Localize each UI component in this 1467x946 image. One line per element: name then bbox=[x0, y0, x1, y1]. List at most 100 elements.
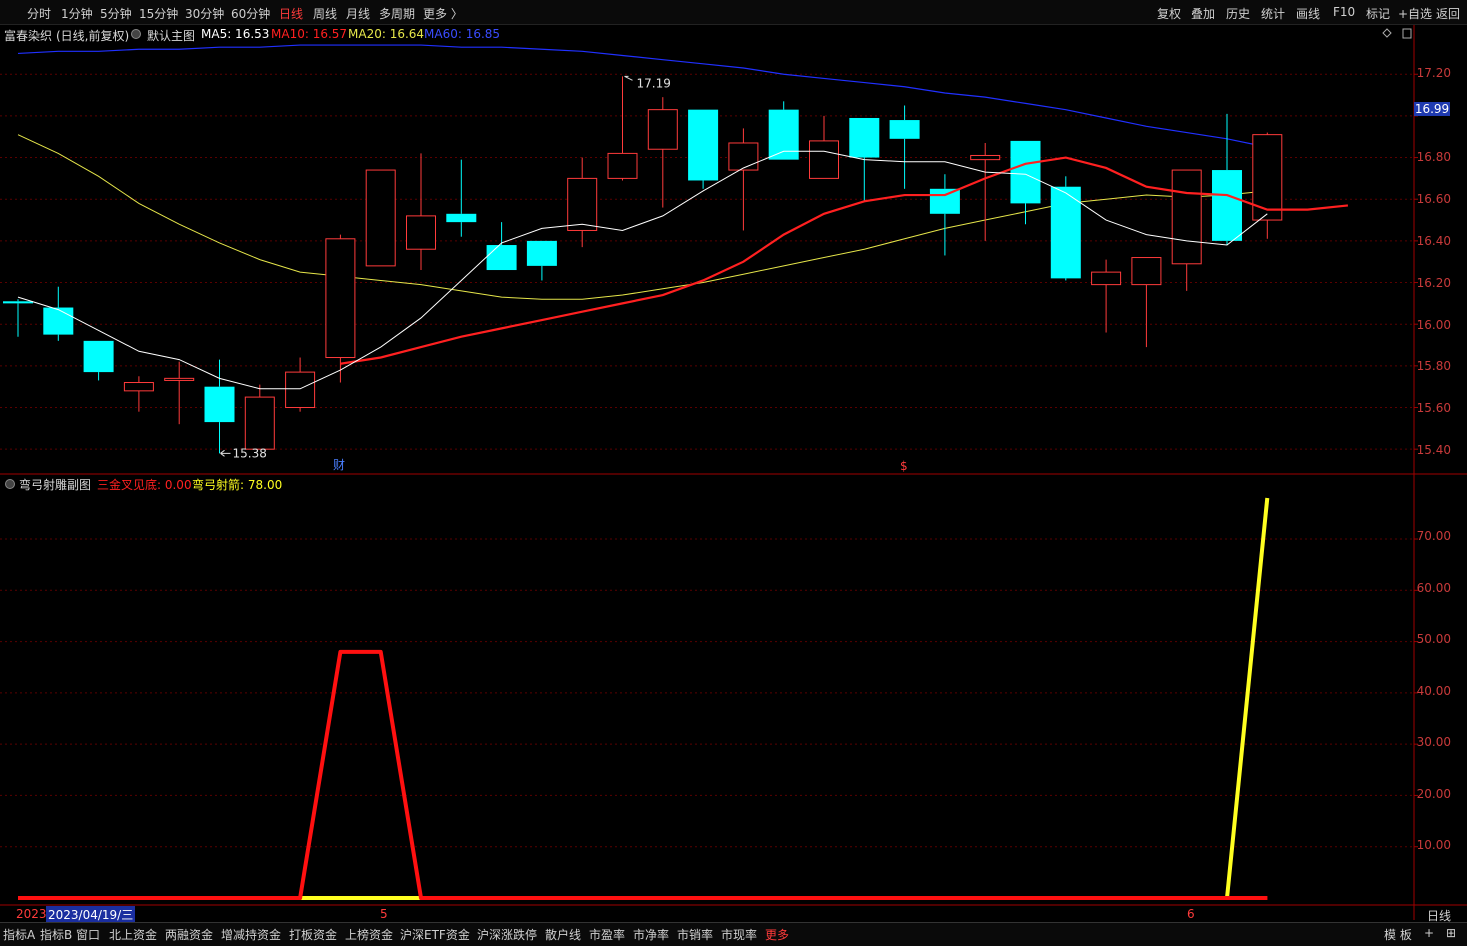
add-watchlist-button[interactable]: +自选 bbox=[1398, 5, 1432, 22]
tab-monthly[interactable]: 月线 bbox=[346, 5, 370, 22]
low-marker-label: 15.38 bbox=[233, 446, 267, 460]
candle-body bbox=[123, 382, 154, 392]
candle bbox=[83, 340, 114, 381]
tab-pcf[interactable]: 市现率 bbox=[721, 926, 757, 943]
price-tick: 16.00 bbox=[1416, 318, 1451, 332]
overlay-button[interactable]: 叠加 bbox=[1191, 5, 1215, 22]
candle bbox=[1091, 259, 1122, 333]
tab-15min[interactable]: 15分钟 bbox=[139, 5, 178, 22]
layout-grid-icon[interactable]: ⊞ bbox=[1446, 926, 1456, 940]
candle bbox=[406, 153, 436, 271]
candle bbox=[647, 97, 678, 208]
collapse-icon[interactable] bbox=[131, 29, 141, 39]
main-indicator-name[interactable]: 默认主图 bbox=[147, 27, 195, 44]
sub-line1-label: 三金叉见底: 0.00 bbox=[97, 478, 192, 492]
candle-body bbox=[849, 117, 880, 158]
tab-indicator-a[interactable]: 指标A bbox=[3, 926, 35, 943]
top-toolbar: 分时 1分钟 5分钟 15分钟 30分钟 60分钟 日线 周线 月线 多周期 更… bbox=[0, 0, 1467, 25]
tab-indicator-b[interactable]: 指标B bbox=[40, 926, 72, 943]
price-tick: 15.40 bbox=[1416, 443, 1451, 457]
candle-body bbox=[325, 238, 356, 359]
ma5-line bbox=[17, 150, 1268, 390]
tab-timeshare[interactable]: 分时 bbox=[27, 5, 51, 22]
statistics-button[interactable]: 统计 bbox=[1261, 5, 1285, 22]
candle bbox=[970, 142, 1001, 241]
ma20-line bbox=[17, 134, 1268, 300]
tab-etf-funds[interactable]: 沪深ETF资金 bbox=[400, 926, 470, 943]
candle-body bbox=[728, 142, 759, 171]
history-button[interactable]: 历史 bbox=[1226, 5, 1250, 22]
price-tick: 16.20 bbox=[1416, 276, 1451, 290]
tab-30min[interactable]: 30分钟 bbox=[185, 5, 224, 22]
candle-body bbox=[486, 245, 517, 271]
candle bbox=[1050, 176, 1081, 281]
price-tick: 15.60 bbox=[1416, 401, 1451, 415]
restore-rights-button[interactable]: 复权 bbox=[1157, 5, 1181, 22]
back-button[interactable]: 返回 bbox=[1436, 5, 1460, 22]
candle-body bbox=[164, 377, 195, 381]
collapse-icon[interactable] bbox=[5, 479, 15, 489]
tab-limit-stats[interactable]: 沪深涨跌停 bbox=[477, 926, 537, 943]
candle bbox=[728, 128, 759, 231]
tab-more[interactable]: 更多 〉 bbox=[423, 5, 463, 22]
kline-chart: 17.19 15.38 财 $ bbox=[0, 25, 1467, 920]
low-marker-arrow bbox=[220, 449, 231, 457]
tab-retail-line[interactable]: 散户线 bbox=[545, 926, 581, 943]
tab-list-funds[interactable]: 上榜资金 bbox=[345, 926, 393, 943]
price-tick: 16.80 bbox=[1416, 150, 1451, 164]
candle bbox=[849, 117, 880, 202]
candle-body bbox=[809, 140, 839, 179]
price-tick: 16.40 bbox=[1416, 234, 1451, 248]
f10-button[interactable]: F10 bbox=[1333, 5, 1355, 19]
tab-pb[interactable]: 市净率 bbox=[633, 926, 669, 943]
template-button[interactable]: 模 板 bbox=[1384, 926, 1412, 943]
candle bbox=[809, 115, 839, 179]
tab-limit-up-funds[interactable]: 打板资金 bbox=[289, 926, 337, 943]
value-tick: 20.00 bbox=[1416, 787, 1451, 801]
candle bbox=[164, 361, 195, 425]
candle bbox=[3, 299, 33, 337]
candle bbox=[1131, 257, 1162, 348]
tab-60min[interactable]: 60分钟 bbox=[231, 5, 270, 22]
ma20-label: MA20: 16.64 bbox=[348, 27, 425, 41]
tab-5min[interactable]: 5分钟 bbox=[100, 5, 132, 22]
tab-daily[interactable]: 日线 bbox=[279, 5, 303, 22]
draw-line-button[interactable]: 画线 bbox=[1296, 5, 1320, 22]
tab-northbound[interactable]: 北上资金 bbox=[109, 926, 157, 943]
candle-body bbox=[1050, 186, 1081, 279]
tab-window[interactable]: 窗口 bbox=[76, 926, 100, 943]
price-tick: 16.60 bbox=[1416, 192, 1451, 206]
tab-multi-period[interactable]: 多周期 bbox=[379, 5, 415, 22]
tab-1min[interactable]: 1分钟 bbox=[61, 5, 93, 22]
candle bbox=[688, 109, 719, 189]
candle-body bbox=[688, 109, 719, 181]
month-label-5: 5 bbox=[380, 907, 388, 921]
candle-body bbox=[768, 109, 799, 160]
tab-more[interactable]: 更多 bbox=[765, 926, 789, 943]
candle bbox=[1252, 132, 1283, 239]
sub-indicator-bar: 弯弓射雕副图 三金叉见底: 0.00 弯弓射箭: 78.00 bbox=[0, 475, 1410, 493]
candle bbox=[526, 240, 557, 281]
ma10-label: MA10: 16.57 bbox=[271, 27, 348, 41]
tab-ps[interactable]: 市销率 bbox=[677, 926, 713, 943]
high-marker-label: 17.19 bbox=[637, 76, 671, 90]
ma10-line bbox=[340, 156, 1349, 365]
tab-holdings-change[interactable]: 增减持资金 bbox=[221, 926, 281, 943]
candle bbox=[1212, 113, 1242, 246]
value-tick: 30.00 bbox=[1416, 735, 1451, 749]
candle bbox=[204, 359, 235, 454]
value-tick: 10.00 bbox=[1416, 838, 1451, 852]
tab-margin[interactable]: 两融资金 bbox=[165, 926, 213, 943]
mark-button[interactable]: 标记 bbox=[1366, 5, 1390, 22]
finance-event-marker: 财 bbox=[333, 458, 345, 472]
ma5-label: MA5: 16.53 bbox=[201, 27, 270, 41]
main-indicator-bar: 富春染织 (日线,前复权) 默认主图 MA5: 16.53 MA10: 16.5… bbox=[0, 25, 1410, 43]
candle-body bbox=[929, 188, 960, 214]
tab-pe[interactable]: 市盈率 bbox=[589, 926, 625, 943]
add-window-icon[interactable]: + bbox=[1424, 926, 1434, 940]
ma60-label: MA60: 16.85 bbox=[424, 27, 501, 41]
tab-weekly[interactable]: 周线 bbox=[313, 5, 337, 22]
sub-indicator-name[interactable]: 弯弓射雕副图 bbox=[19, 476, 91, 493]
year-label: 2023 bbox=[16, 907, 47, 921]
candle bbox=[486, 222, 517, 271]
